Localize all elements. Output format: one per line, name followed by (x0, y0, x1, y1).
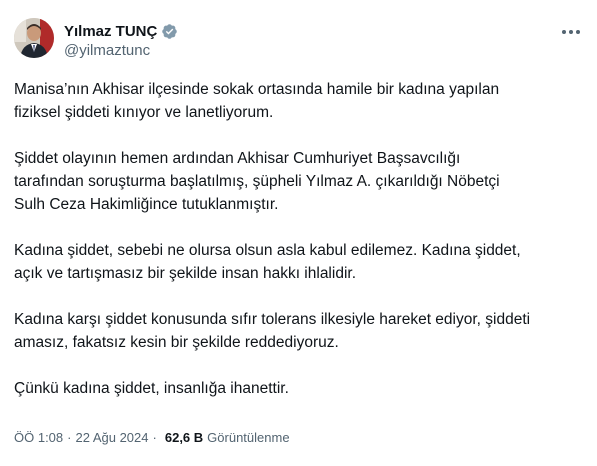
tweet-paragraph: Kadına karşı şiddet konusunda sıfır tole… (14, 311, 531, 351)
meta-separator: · (67, 430, 72, 445)
tweet-meta: ÖÖ 1:08 · 22 Ağu 2024 · 62,6 B Görüntüle… (14, 430, 290, 445)
tweet-text: Manisa’nın Akhisar ilçesinde sokak ortas… (14, 78, 584, 400)
author-block: Yılmaz TUNÇ @yilmaztunc (64, 21, 178, 59)
author-handle[interactable]: @yilmaztunc (64, 42, 178, 59)
tweet-paragraph: Çünkü kadına şiddet, insanlığa ihanettir… (14, 380, 289, 397)
views-label: Görüntülenme (207, 430, 290, 445)
author-display-name[interactable]: Yılmaz TUNÇ (64, 23, 157, 40)
more-options-button[interactable] (559, 22, 583, 42)
tweet-date[interactable]: 22 Ağu 2024 (75, 430, 148, 445)
meta-separator: · (152, 430, 157, 445)
avatar-image-icon (14, 18, 54, 58)
tweet-header: Yılmaz TUNÇ @yilmaztunc (14, 18, 583, 62)
tweet-card: Yılmaz TUNÇ @yilmaztunc Manisa’nın Akhis… (0, 0, 597, 466)
tweet-paragraph: Manisa’nın Akhisar ilçesinde sokak ortas… (14, 81, 500, 121)
tweet-paragraph: Şiddet olayının hemen ardından Akhisar C… (14, 150, 500, 213)
views-count: 62,6 B (164, 430, 204, 445)
more-options-icon (562, 30, 580, 34)
tweet-time[interactable]: ÖÖ 1:08 (14, 430, 63, 445)
tweet-paragraph: Kadına şiddet, sebebi ne olursa olsun as… (14, 242, 521, 282)
avatar[interactable] (14, 18, 54, 58)
verified-badge-icon (162, 23, 178, 39)
author-name-row: Yılmaz TUNÇ (64, 21, 178, 41)
